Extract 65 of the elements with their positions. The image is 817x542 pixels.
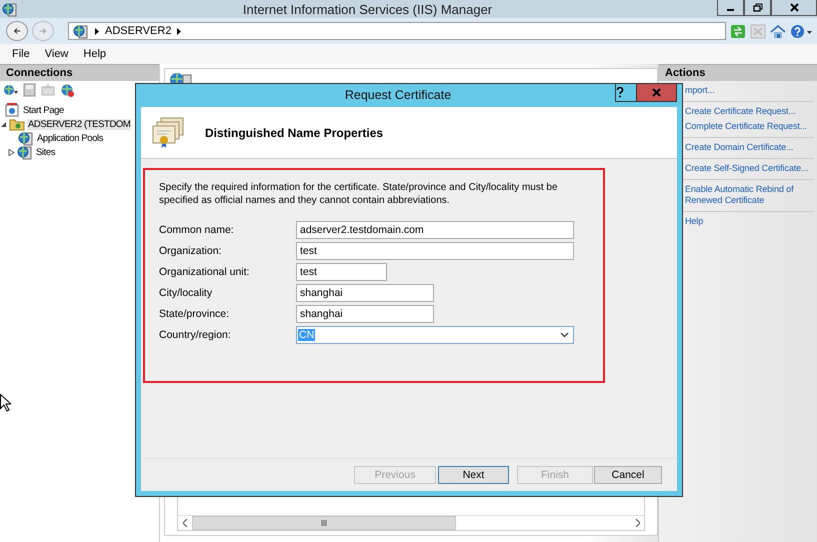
action-link[interactable]: mport...: [685, 85, 715, 96]
back-arrow-icon: [13, 26, 21, 36]
field-label: Country/region:: [159, 328, 232, 340]
instructions-text: Specify the required information for the certificate. State/province and City/locality must be specified as official names and they cannot contain abbreviations.: [159, 181, 559, 207]
field-label: Organizational unit:: [159, 266, 250, 278]
dialog-button[interactable]: Next: [438, 466, 509, 484]
close-icon: [790, 3, 798, 12]
input-field[interactable]: adserver2.testdomain.com: [296, 220, 574, 238]
action-link[interactable]: Enable Automatic Rebind of Renewed Certificate: [685, 184, 805, 206]
forward-arrow-icon: [39, 26, 47, 36]
tree-item[interactable]: ADSERVER2 (TESTDOM: [27, 118, 132, 130]
horizontal-scrollbar[interactable]: [178, 515, 644, 530]
action-link[interactable]: Create Certificate Request...: [685, 106, 796, 117]
server-icon: [17, 144, 33, 160]
restore-icon: [752, 3, 762, 12]
connect-globe-icon: [3, 83, 18, 97]
input-field[interactable]: test: [296, 242, 574, 260]
action-link[interactable]: Create Domain Certificate...: [685, 142, 794, 153]
action-link[interactable]: Complete Certificate Request...: [685, 121, 807, 132]
page-heading: Distinguished Name Properties: [205, 126, 384, 140]
minimize-button[interactable]: [717, 0, 744, 16]
panel-header: Connections: [0, 64, 159, 81]
home-icon: [770, 24, 786, 38]
close-icon: [652, 88, 661, 97]
menu-item[interactable]: Help: [83, 48, 106, 60]
close-button[interactable]: [771, 0, 817, 16]
action-link[interactable]: Help: [685, 216, 704, 227]
menu-item[interactable]: View: [44, 48, 68, 60]
restore-button[interactable]: [744, 0, 771, 16]
field-label: Organization:: [159, 244, 222, 256]
input-field[interactable]: test: [296, 262, 387, 280]
tree-item[interactable]: Start Page: [22, 104, 65, 116]
tree-item[interactable]: Sites: [35, 146, 56, 158]
server-icon: [18, 130, 34, 146]
question-mark-icon: [616, 87, 624, 98]
field-label: Common name:: [159, 224, 235, 236]
disconnect-icon: [60, 82, 75, 98]
field-label: City/locality: [159, 286, 214, 298]
back-button[interactable]: [6, 21, 28, 41]
stop-icon: [750, 24, 766, 38]
application-pool-icon: [4, 102, 20, 118]
address-field[interactable]: ADSERVER2: [68, 22, 726, 40]
input-field[interactable]: shanghai: [296, 304, 434, 322]
refresh-icon: [730, 24, 746, 38]
dialog-button[interactable]: Cancel: [594, 466, 662, 484]
input-field[interactable]: shanghai: [296, 284, 434, 302]
breadcrumb-arrow-icon: [95, 28, 99, 34]
scroll-left-icon: [182, 519, 188, 527]
server-icon: [73, 23, 89, 39]
panel-header: Actions: [659, 64, 817, 81]
menu-item[interactable]: File: [12, 48, 30, 60]
app-icon: [2, 1, 18, 17]
action-link[interactable]: Create Self-Signed Certificate...: [685, 163, 808, 174]
help-icon: [790, 24, 813, 38]
breadcrumb-item[interactable]: ADSERVER2: [105, 25, 172, 37]
grip-icon: [321, 520, 327, 526]
field-label: State/province:: [159, 308, 230, 320]
up-folder-icon: [41, 83, 55, 97]
dialog-title: Request Certificate: [344, 87, 452, 104]
scroll-right-icon: [634, 519, 640, 527]
save-icon: [23, 83, 36, 97]
tree-item[interactable]: Application Pools: [36, 132, 104, 144]
breadcrumb-arrow-icon: [177, 28, 182, 34]
window-title: Internet Information Services (IIS) Manager: [242, 2, 494, 16]
help-button[interactable]: [615, 84, 637, 102]
